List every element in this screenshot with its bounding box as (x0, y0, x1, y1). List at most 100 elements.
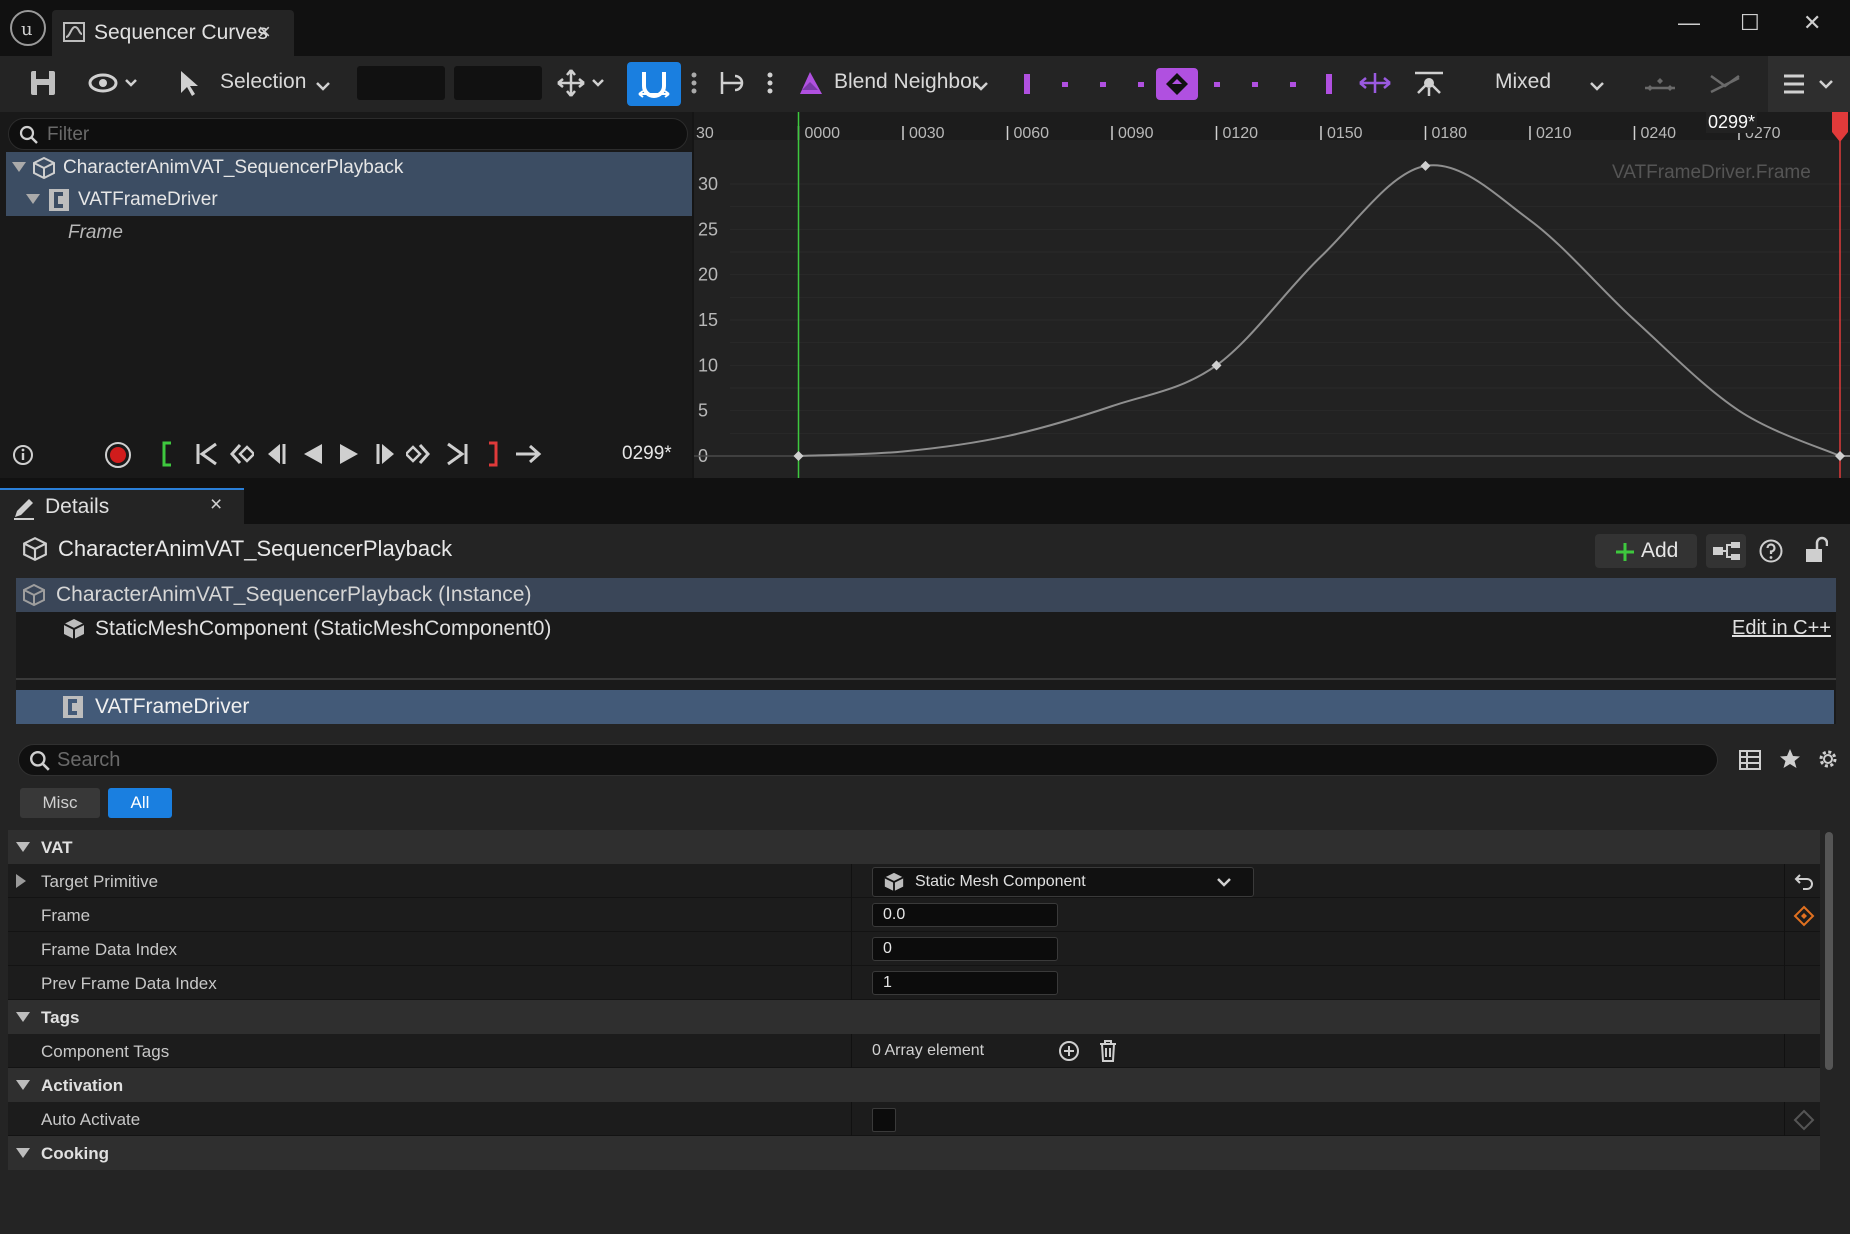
filter-tab-misc[interactable]: Misc (20, 788, 100, 818)
set-start-bracket-icon[interactable] (160, 440, 174, 468)
y-tick-label: 30 (698, 174, 718, 194)
next-key-icon[interactable] (406, 441, 432, 467)
details-search-input[interactable]: Search (18, 744, 1718, 776)
curve-editor-graph[interactable]: 30 0000 0030 0060 0090 0120 0150 0180 0210 0240 02… (694, 112, 1850, 478)
step-forward-icon[interactable] (372, 441, 398, 467)
collapse-arrow-icon[interactable] (16, 842, 30, 854)
plus-icon (1615, 542, 1635, 562)
play-reverse-icon[interactable] (300, 441, 326, 467)
category-activation[interactable]: Activation (8, 1068, 1820, 1102)
collapse-arrow-icon[interactable] (16, 1012, 30, 1024)
auto-activate-checkbox[interactable] (872, 1108, 896, 1132)
break-tangents-icon[interactable] (1708, 68, 1742, 98)
prev-frame-data-index-input[interactable]: 1 (872, 971, 1058, 995)
search-placeholder: Search (57, 749, 121, 771)
more-options-icon[interactable] (766, 68, 774, 98)
trash-icon[interactable] (1098, 1039, 1118, 1063)
column-divider (851, 1034, 852, 1068)
transform-move-icon[interactable] (556, 68, 610, 98)
tab-close-icon[interactable]: × (210, 493, 222, 517)
time-input-a[interactable] (357, 66, 445, 100)
tab-sequencer-curves[interactable]: Sequencer Curves × (52, 10, 294, 56)
category-tags[interactable]: Tags (8, 1000, 1820, 1034)
property-label: Auto Activate (41, 1110, 141, 1129)
actor-cube-icon (32, 156, 56, 180)
property-matrix-icon[interactable] (1738, 748, 1762, 772)
blueprint-hierarchy-button[interactable] (1706, 534, 1746, 568)
filter-input[interactable]: Filter (8, 118, 688, 150)
filter-tab-label: All (130, 793, 150, 812)
tree-item-component[interactable]: VATFrameDriver (6, 184, 692, 216)
selection-mode-dropdown[interactable]: Selection (220, 70, 306, 94)
set-end-bracket-icon[interactable] (486, 440, 500, 468)
add-key-diamond-icon[interactable] (1793, 1109, 1815, 1131)
time-snap-icon[interactable] (717, 68, 747, 98)
details-scrollbar[interactable] (1825, 832, 1833, 1070)
jump-to-end-icon[interactable] (444, 441, 470, 467)
frame-data-index-input[interactable]: 0 (872, 937, 1058, 961)
tween-tool-icon[interactable] (1412, 68, 1446, 98)
snapping-toggle-button[interactable] (627, 62, 681, 106)
hamburger-menu-button[interactable] (1768, 56, 1850, 112)
collapse-arrow-icon[interactable] (16, 1080, 30, 1092)
component-row-static-mesh[interactable]: StaticMeshComponent (StaticMeshComponent… (16, 612, 1836, 646)
lock-open-icon[interactable] (1804, 536, 1828, 564)
unreal-logo-icon[interactable]: u (10, 10, 46, 46)
blend-tool-icon[interactable] (796, 68, 826, 98)
edit-in-cpp-link[interactable]: Edit in C++ (1732, 617, 1831, 640)
info-icon[interactable] (12, 444, 34, 466)
reset-to-default-icon[interactable] (1794, 872, 1814, 890)
column-divider (851, 966, 852, 1000)
play-icon[interactable] (336, 441, 362, 467)
flatten-tangents-icon[interactable] (1643, 68, 1677, 98)
current-time-display[interactable]: 0299* (622, 443, 672, 465)
chevron-down-icon[interactable] (974, 82, 988, 92)
minimize-button[interactable]: — (1678, 10, 1700, 36)
details-panel: CharacterAnimVAT_SequencerPlayback Add C… (0, 524, 1850, 1234)
save-icon[interactable] (28, 68, 58, 98)
component-row-vat-frame-driver[interactable]: VATFrameDriver (16, 690, 1834, 724)
step-back-icon[interactable] (264, 441, 290, 467)
category-vat[interactable]: VAT (8, 830, 1820, 864)
expand-arrow-icon[interactable] (16, 874, 28, 888)
add-key-diamond-icon[interactable] (1793, 905, 1815, 927)
collapse-arrow-icon[interactable] (16, 1148, 30, 1160)
component-row-instance[interactable]: CharacterAnimVAT_SequencerPlayback (Inst… (16, 578, 1836, 612)
chevron-down-icon[interactable] (1590, 82, 1604, 92)
add-element-icon[interactable] (1058, 1040, 1080, 1062)
jump-to-start-icon[interactable] (194, 441, 220, 467)
help-icon[interactable] (1758, 538, 1784, 564)
maximize-button[interactable]: ☐ (1740, 10, 1760, 36)
blend-slider[interactable] (1024, 68, 1332, 100)
snapping-options-icon[interactable] (690, 68, 698, 98)
loop-arrow-icon[interactable] (514, 442, 544, 466)
frame-input[interactable]: 0.0 (872, 903, 1058, 927)
tab-close-icon[interactable]: × (258, 19, 271, 45)
settings-gear-icon[interactable] (1816, 747, 1840, 771)
previous-key-icon[interactable] (228, 441, 254, 467)
tangent-mode-label[interactable]: Mixed (1495, 70, 1551, 94)
normalize-icon[interactable] (1358, 68, 1392, 98)
target-primitive-dropdown[interactable]: Static Mesh Component (872, 867, 1254, 897)
favorites-star-icon[interactable] (1778, 747, 1802, 771)
view-options-eye-icon[interactable] (88, 68, 142, 98)
property-prev-frame-data-index: Prev Frame Data Index 1 (8, 966, 1820, 1000)
blend-neighbor-dropdown[interactable]: Blend Neighbor (834, 70, 979, 94)
tab-details[interactable]: Details × (0, 488, 244, 524)
filter-tab-all[interactable]: All (108, 788, 172, 818)
expand-arrow-icon[interactable] (26, 194, 40, 206)
chevron-down-icon[interactable] (316, 82, 330, 92)
tree-item-actor[interactable]: CharacterAnimVAT_SequencerPlayback (6, 152, 692, 184)
record-button[interactable] (104, 441, 132, 469)
component-icon (48, 188, 70, 212)
tree-item-label: VATFrameDriver (78, 189, 218, 210)
close-window-button[interactable]: ✕ (1803, 10, 1821, 36)
column-divider (1784, 932, 1785, 966)
category-label: VAT (41, 838, 73, 857)
add-component-button[interactable]: Add (1595, 534, 1697, 568)
tree-item-frame[interactable]: Frame (68, 222, 123, 244)
selection-cursor-icon[interactable] (176, 68, 202, 98)
expand-arrow-icon[interactable] (12, 162, 26, 174)
value-input-b[interactable] (454, 66, 542, 100)
category-cooking[interactable]: Cooking (8, 1136, 1820, 1170)
